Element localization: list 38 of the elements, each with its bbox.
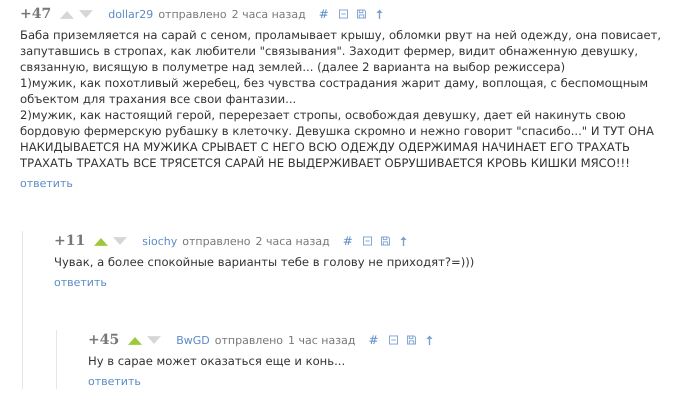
collapse-icon[interactable] [362, 236, 372, 246]
comment-score: +11 [54, 233, 86, 249]
comment-time: 2 часа назад [232, 8, 306, 20]
posted-label: отправлено [214, 334, 284, 346]
downvote-icon[interactable] [113, 236, 128, 246]
posted-label: отправлено [158, 8, 227, 20]
upvote-icon[interactable] [60, 10, 74, 18]
reply-link[interactable]: ответить [54, 276, 107, 289]
save-icon[interactable] [356, 9, 366, 19]
comment-text: 1)мужик, как похотливый жеребец, без чувства сострадания жарит даму, воплощая, с беспомощным объектом для трахания все свои фантазии... [20, 75, 650, 107]
posted-label: отправлено [182, 234, 251, 248]
up-arrow-icon[interactable] [398, 236, 408, 246]
comment-time: 1 час назад [288, 334, 356, 346]
permalink[interactable]: # [318, 7, 329, 21]
comment-text: Баба приземляется на сарай с сеном, проламывает крышу, обломки рвут на ней одежду, она повисает, запутавшись в стропах, как любители "связывания". Заходит фермер, видит обнаженную девушку, связанную, висящую в полуметре над землей... (далее 2 варианта на выбор режиссера) [20, 27, 662, 75]
upvote-icon[interactable] [94, 236, 108, 246]
author-link[interactable]: dollar29 [108, 8, 154, 20]
downvote-icon[interactable] [147, 336, 162, 344]
comment-text: Чувак, а более спокойные варианты тебе в голову не приходят?=))) [54, 254, 476, 270]
comment-text: 2)мужик, как настоящий герой, перерезает стропы, освобождая девушку, дает ей накинуть свою бордовую фермерскую рубашку в клеточку. Девушка скромно и нежно говорит "спасибо..." И ТУТ ОНА НАКИДЫВАЕТСЯ НА МУЖИКА СРЫВАЕТ С НЕГО ВСЮ ОДЕЖДУ ОДЕРЖИМАЯ НАЧИНАЕТ ЕГО ТРАХАТЬ ТРАХАТЬ ТРАХАТЬ ВСЕ ТРЯСЕТСЯ САРАЙ НЕ ВЫДЕРЖИВАЕТ ОБРУШИВАЕТСЯ КРОВЬ КИШКИ МЯСО!!! [20, 107, 655, 171]
comment-score: +45 [88, 332, 120, 348]
comment-time: 2 часа назад [256, 234, 330, 248]
upvote-icon[interactable] [128, 336, 142, 344]
comment-text: Ну в сарае может оказаться еще и конь... [88, 353, 346, 369]
permalink[interactable]: # [368, 333, 379, 347]
up-arrow-icon[interactable] [374, 9, 384, 19]
comment-score: +47 [20, 6, 52, 22]
author-link[interactable]: siochy [142, 234, 178, 248]
collapse-icon[interactable] [338, 9, 348, 19]
reply-link[interactable]: ответить [20, 177, 73, 190]
author-link[interactable]: BwGD [176, 334, 210, 346]
reply-link[interactable]: ответить [88, 375, 141, 388]
collapse-icon[interactable] [388, 335, 398, 345]
permalink[interactable]: # [342, 234, 353, 248]
save-icon[interactable] [406, 335, 416, 345]
downvote-icon[interactable] [79, 10, 94, 18]
save-icon[interactable] [380, 236, 390, 246]
up-arrow-icon[interactable] [424, 335, 434, 345]
